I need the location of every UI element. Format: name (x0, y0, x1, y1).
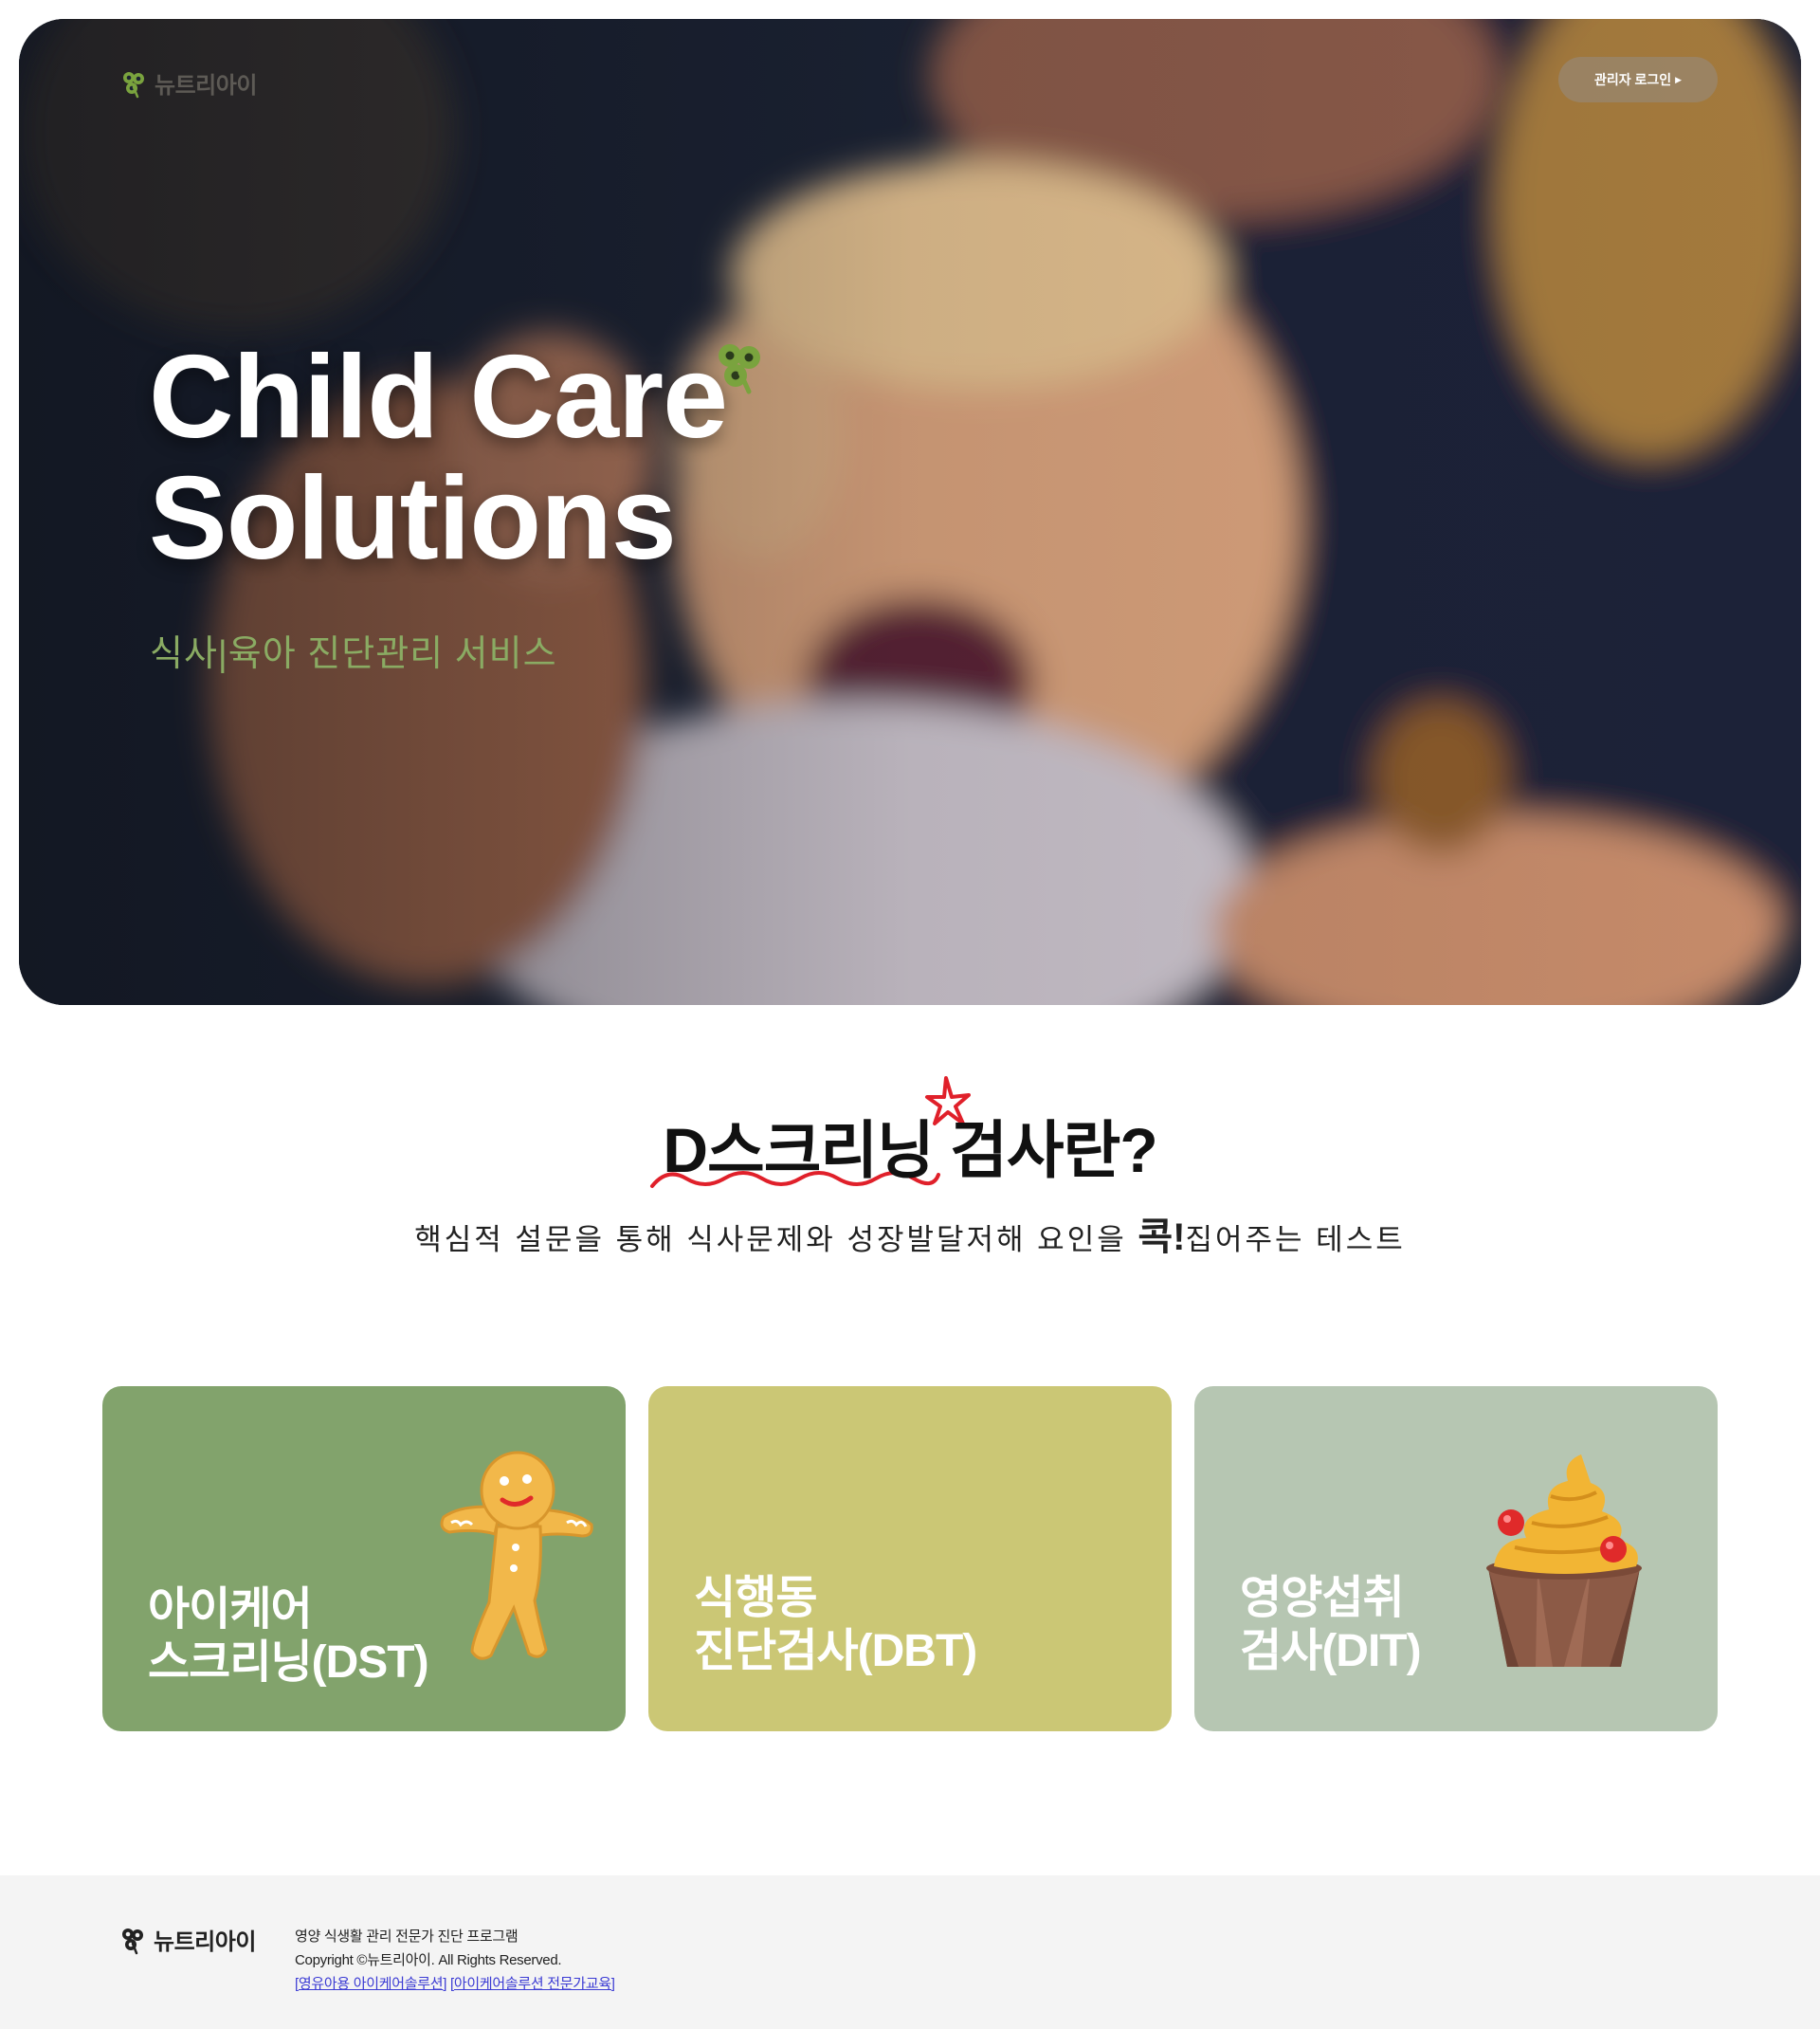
footer-copyright: Copyright ©뉴트리아이. All Rights Reserved. (295, 1952, 562, 1968)
section-subtitle: 핵심적 설문을 통해 식사문제와 성장발달저해 요인을 콕!집어주는 테스트 (0, 1206, 1820, 1261)
arrow-right-icon: ▶ (1675, 74, 1683, 84)
card-dbt-label: 식행동 진단검사(DBT) (694, 1573, 977, 1676)
section-title-rest: 검사란? (933, 1115, 1157, 1185)
logo-text: 뉴트리아이 (155, 73, 257, 99)
footer-info: 영양 식생활 관리 전문가 진단 프로그램 Copyright ©뉴트리아이. … (295, 1925, 615, 1996)
header-logo[interactable]: 뉴트리아이 (118, 66, 257, 100)
footer-link-expert-education[interactable]: [아이케어솔루션 전문가교육] (450, 1976, 615, 1992)
hero-banner: 뉴트리아이 관리자 로그인 ▶ Child Care Solutions 식사|… (19, 19, 1801, 1005)
cupcake-icon (1486, 1454, 1642, 1667)
hero-title-line-2: Solutions (149, 453, 677, 584)
card-dst-label: 아이케어 스크리닝(DST) (148, 1584, 429, 1688)
hero-title: Child Care Solutions (149, 332, 728, 584)
subtitle-text-end: 집어주는 테스트 (1185, 1223, 1406, 1256)
clover-logo-icon (123, 71, 144, 98)
footer-links: [영유아용 아이케어솔루션] [아이케어솔루션 전문가교육] (295, 1972, 615, 1996)
clover-logo-icon (122, 1928, 143, 1954)
admin-login-label: 관리자 로그인 (1593, 72, 1672, 87)
admin-login-button[interactable]: 관리자 로그인 ▶ (1558, 57, 1718, 102)
card-dbt[interactable]: 식행동 진단검사(DBT) (648, 1386, 1172, 1731)
hero-subtitle: 식사|육아 진단관리 서비스 (150, 634, 557, 674)
card-dit[interactable]: 영양섭취 검사(DIT) (1194, 1386, 1718, 1731)
subtitle-emphasis: 콕! (1138, 1216, 1186, 1258)
footer-link-infant-solution[interactable]: [영유아용 아이케어솔루션] (295, 1976, 446, 1992)
section-title: D스크리닝 검사란? (0, 1100, 1820, 1191)
gingerbread-icon (440, 1451, 593, 1660)
footer-logo[interactable]: 뉴트리아이 (118, 1923, 256, 1956)
card-dst[interactable]: 아이케어 스크리닝(DST) (102, 1386, 626, 1731)
hero-title-line-1: Child Care (149, 332, 728, 463)
clover-decoration-icon (719, 344, 760, 394)
section-title-keyword: D스크리닝 (663, 1115, 935, 1185)
footer-logo-text: 뉴트리아이 (154, 1929, 256, 1955)
card-dit-label: 영양섭취 검사(DIT) (1240, 1573, 1422, 1676)
footer-tagline: 영양 식생활 관리 전문가 진단 프로그램 (295, 1928, 519, 1945)
subtitle-text: 핵심적 설문을 통해 식사문제와 성장발달저해 요인을 (414, 1223, 1138, 1256)
footer: 뉴트리아이 영양 식생활 관리 전문가 진단 프로그램 Copyright ©뉴… (0, 1875, 1820, 2029)
